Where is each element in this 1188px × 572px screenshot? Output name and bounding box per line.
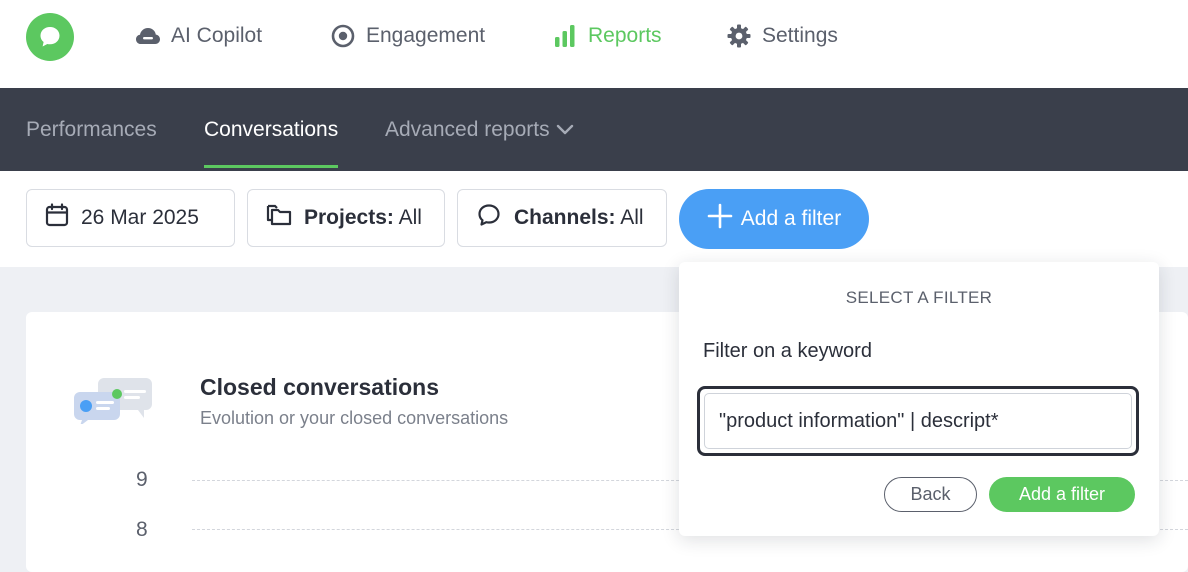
tab-performances[interactable]: Performances: [26, 88, 157, 171]
top-bar: AI Copilot Engagement Reports Settings: [0, 0, 1188, 88]
confirm-add-filter-button[interactable]: Add a filter: [989, 477, 1135, 512]
projects-filter-value: All: [398, 206, 422, 229]
tab-conversations-label: Conversations: [204, 117, 339, 141]
conversations-illustration-icon: [72, 376, 154, 429]
plus-icon: [707, 203, 733, 235]
nav-engagement[interactable]: Engagement: [330, 22, 485, 50]
dropdown-heading: SELECT A FILTER: [845, 288, 993, 307]
tab-advanced-reports[interactable]: Advanced reports: [385, 88, 574, 171]
channels-filter-label: Channels:: [514, 206, 616, 229]
y-tick: 8: [136, 518, 148, 541]
card-title: Closed conversations: [200, 374, 440, 400]
keyword-input[interactable]: [704, 393, 1132, 449]
nav-ai-copilot[interactable]: AI Copilot: [135, 22, 262, 50]
nav-settings-label: Settings: [762, 24, 838, 47]
bar-chart-icon: [552, 23, 578, 49]
chevron-down-icon: [556, 124, 574, 136]
back-button[interactable]: Back: [884, 477, 977, 512]
folders-icon: [266, 203, 292, 233]
keyword-input-wrapper: [697, 386, 1139, 456]
nav-engagement-label: Engagement: [366, 24, 486, 47]
card-subtitle: Evolution or your closed conversations: [200, 408, 509, 428]
tab-advanced-reports-label: Advanced reports: [385, 117, 550, 141]
nav-reports-label: Reports: [588, 24, 662, 47]
keyword-filter-label: Filter on a keyword: [703, 340, 872, 362]
tab-performances-label: Performances: [26, 117, 157, 141]
projects-filter-label: Projects:: [304, 206, 394, 229]
channels-filter-value: All: [620, 206, 644, 229]
nav-ai-copilot-label: AI Copilot: [171, 24, 263, 47]
sub-nav: Performances Conversations Advanced repo…: [0, 88, 1188, 171]
active-tab-indicator: [204, 165, 339, 168]
calendar-icon: [45, 203, 69, 233]
target-icon: [330, 23, 356, 49]
add-filter-button-label: Add a filter: [740, 207, 842, 230]
date-filter[interactable]: 26 Mar 2025: [26, 189, 235, 247]
tab-conversations[interactable]: Conversations: [204, 88, 339, 171]
chat-bubble-icon: [40, 27, 60, 47]
projects-filter[interactable]: Projects: All: [247, 189, 445, 247]
chat-outline-icon: [476, 203, 502, 233]
add-filter-button[interactable]: Add a filter: [679, 189, 869, 249]
filter-bar: 26 Mar 2025 Projects: All Channels: All …: [0, 171, 1188, 267]
nav-reports[interactable]: Reports: [552, 22, 662, 50]
nav-settings[interactable]: Settings: [726, 22, 838, 50]
app-logo[interactable]: [26, 13, 74, 61]
date-filter-value: 26 Mar 2025: [81, 206, 199, 229]
gear-icon: [726, 23, 752, 49]
filter-dropdown: SELECT A FILTER Filter on a keyword Back…: [679, 262, 1159, 536]
channels-filter[interactable]: Channels: All: [457, 189, 667, 247]
cloud-icon: [135, 23, 161, 49]
y-tick: 9: [136, 468, 148, 491]
